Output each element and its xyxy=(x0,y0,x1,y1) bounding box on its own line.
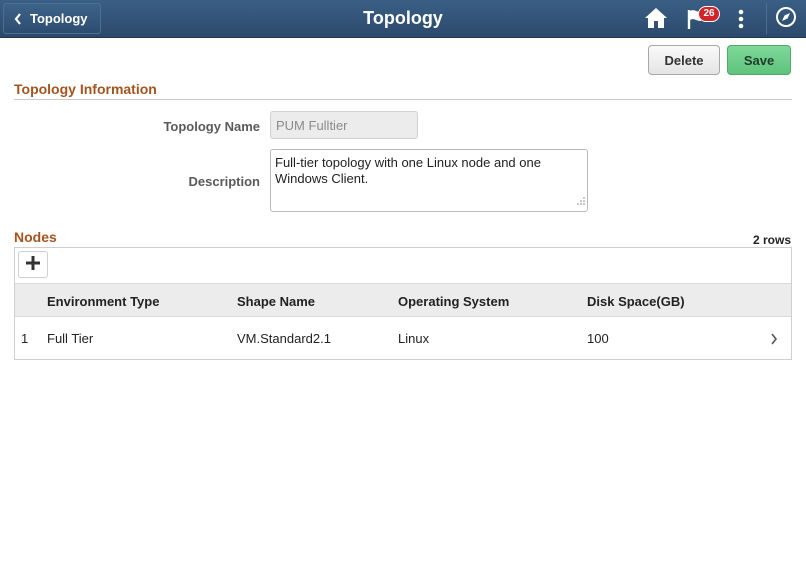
description-label: Description xyxy=(188,174,260,189)
row-index: 1 xyxy=(21,331,29,346)
more-vertical-icon[interactable] xyxy=(737,8,745,33)
topology-name-field: PUM Fulltier xyxy=(270,111,418,139)
header-bar: Topology Topology 26 xyxy=(0,0,806,38)
notification-badge[interactable]: 26 xyxy=(698,6,720,22)
column-header-disk-space[interactable]: Disk Space(GB) xyxy=(587,294,685,309)
topology-name-label: Topology Name xyxy=(163,119,260,134)
section-divider xyxy=(14,99,792,100)
column-header-environment-type[interactable]: Environment Type xyxy=(47,294,159,309)
row-count: 2 rows xyxy=(752,233,791,247)
cell-shape-name: VM.Standard2.1 xyxy=(237,331,331,346)
add-row-button[interactable] xyxy=(18,251,48,278)
cell-operating-system: Linux xyxy=(398,331,430,346)
home-icon[interactable] xyxy=(644,7,668,32)
cell-environment-type: Full Tier xyxy=(47,331,94,346)
nodes-title: Nodes xyxy=(14,229,57,245)
save-button[interactable]: Save xyxy=(727,45,791,75)
description-text: Full-tier topology with one Linux node a… xyxy=(275,155,541,186)
chevron-right-icon[interactable] xyxy=(770,333,778,348)
column-header-shape-name[interactable]: Shape Name xyxy=(237,294,315,309)
cell-disk-space: 100 xyxy=(587,331,609,346)
compass-icon xyxy=(775,6,797,31)
resize-grip-icon[interactable] xyxy=(577,193,585,209)
grid-header: Environment Type Shape Name Operating Sy… xyxy=(15,283,791,317)
delete-button[interactable]: Delete xyxy=(648,45,720,75)
topology-information-title: Topology Information xyxy=(14,81,157,97)
navbar-button[interactable] xyxy=(766,3,804,34)
description-field[interactable]: Full-tier topology with one Linux node a… xyxy=(270,149,588,212)
column-header-operating-system[interactable]: Operating System xyxy=(398,294,509,309)
plus-icon xyxy=(25,255,41,274)
